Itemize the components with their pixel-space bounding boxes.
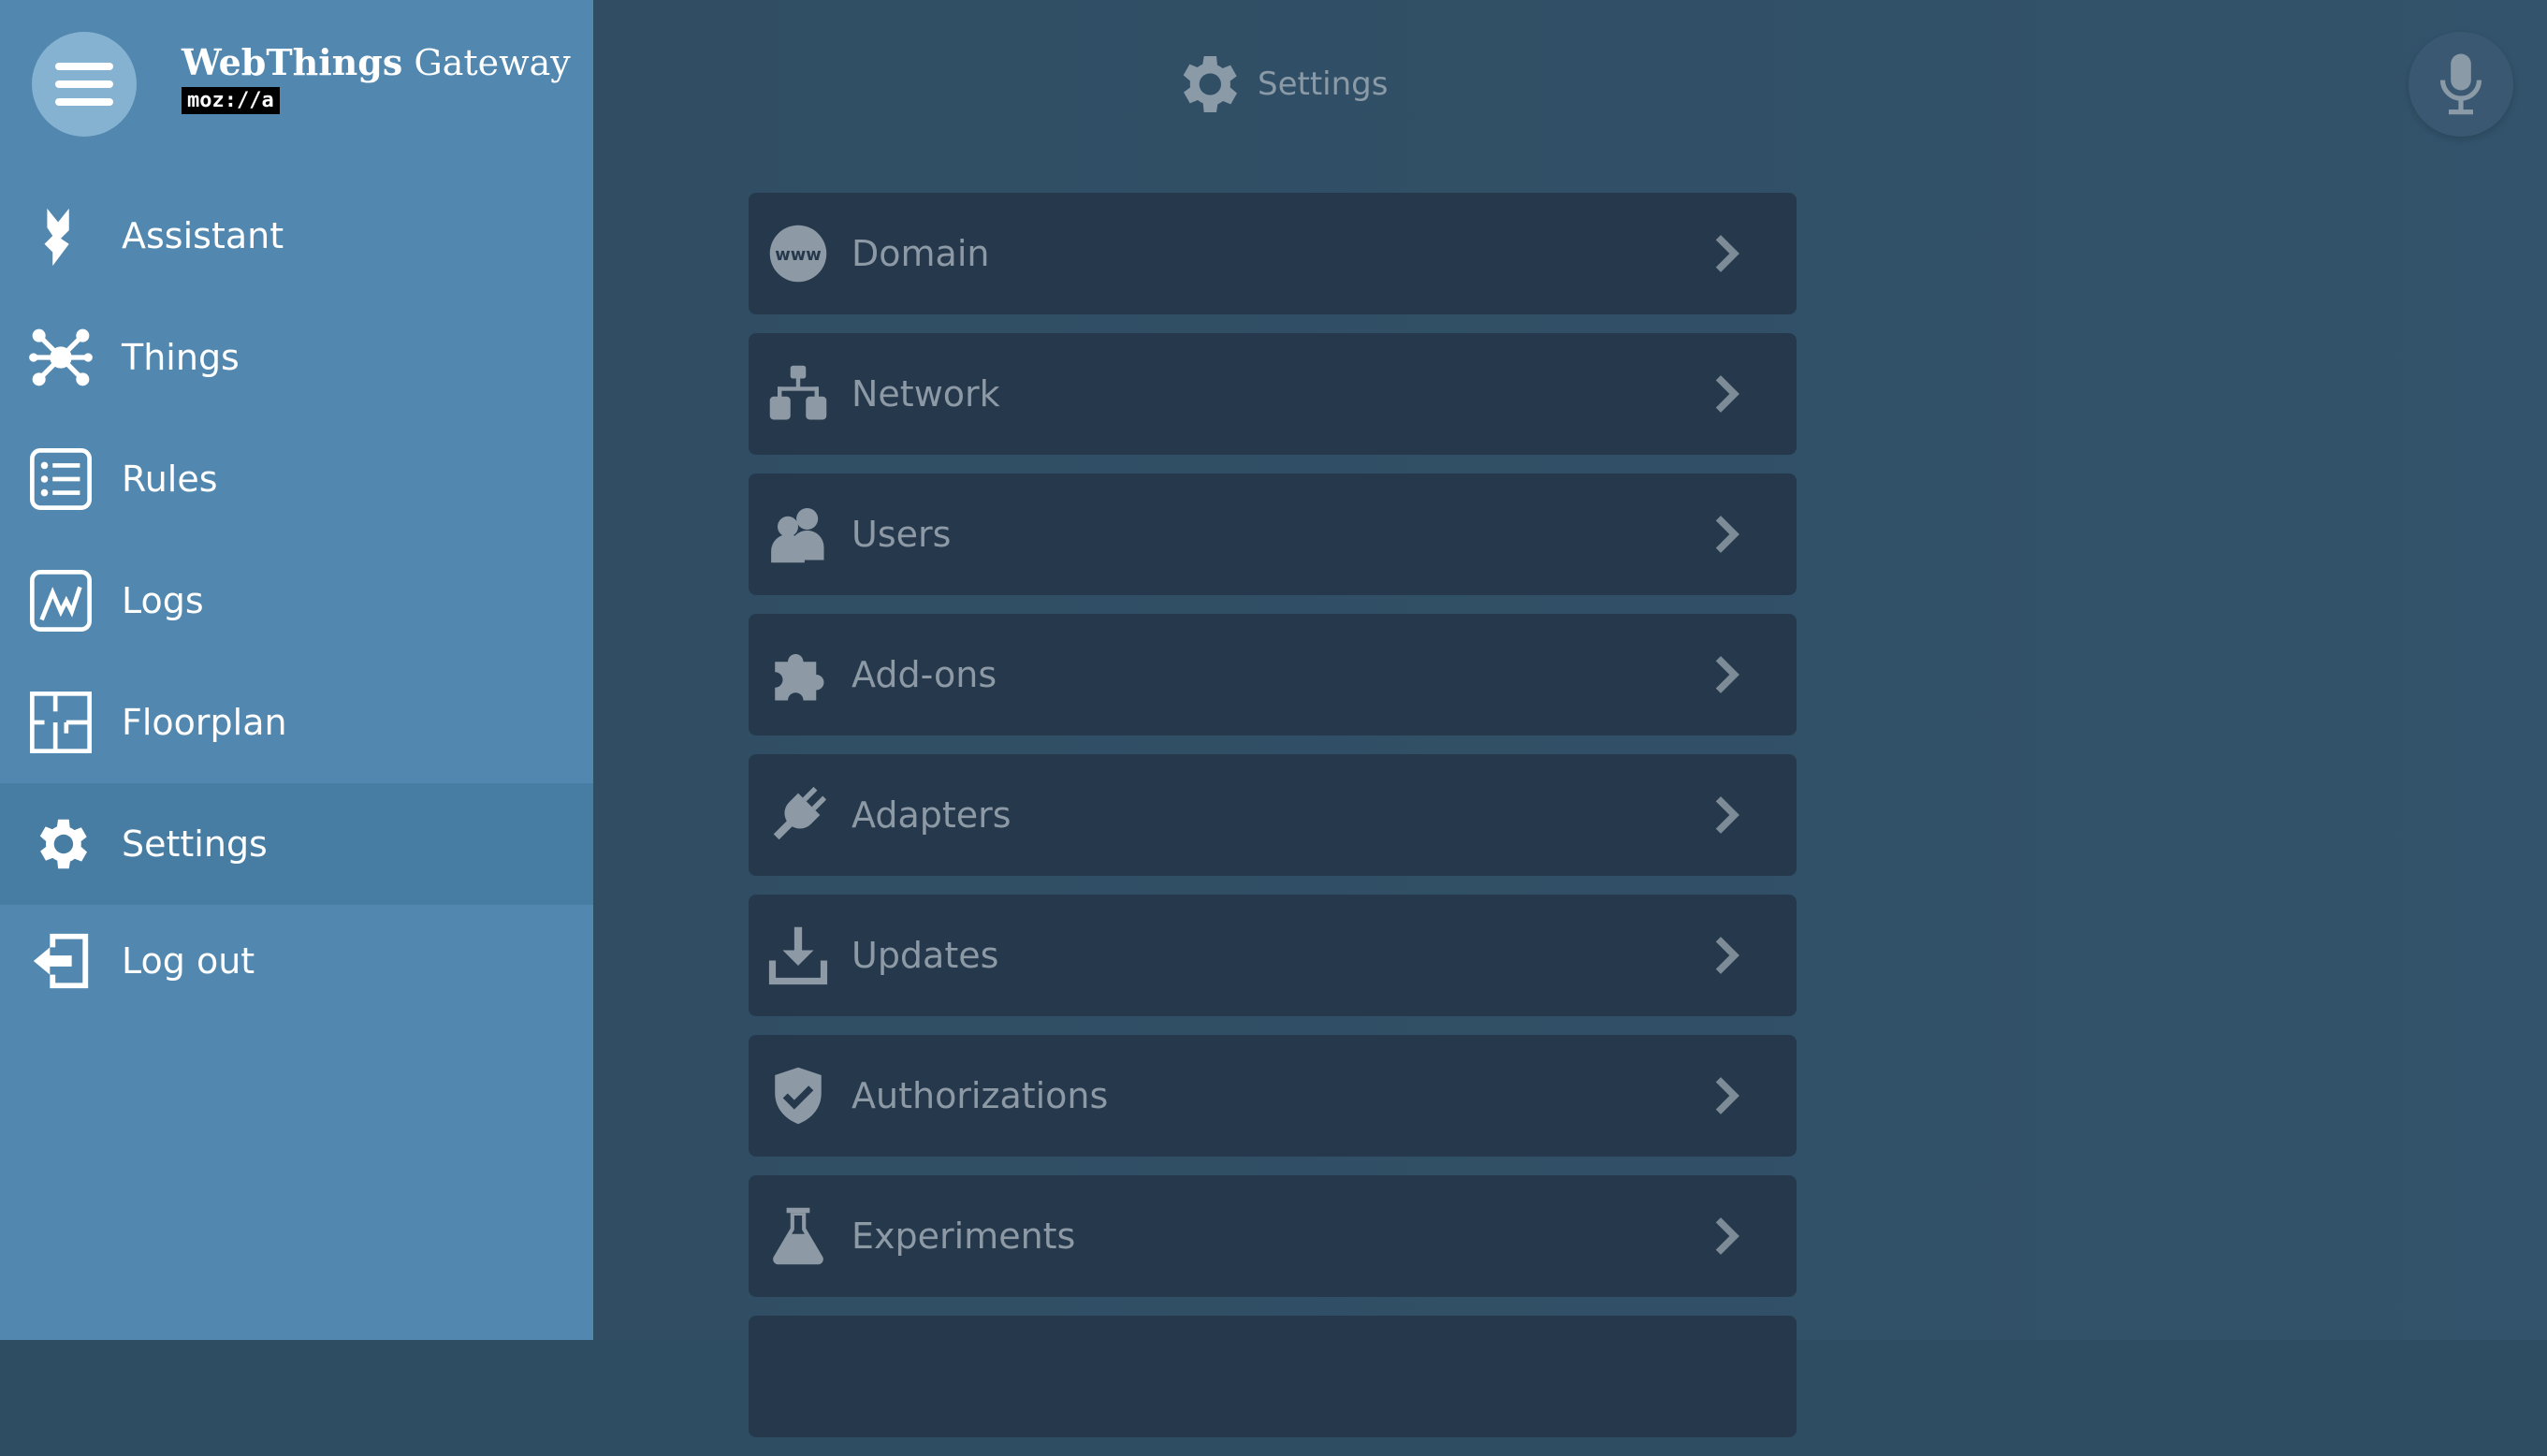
logout-icon	[28, 928, 94, 994]
assistant-icon	[28, 203, 94, 269]
sidebar-item-assistant[interactable]: Assistant	[0, 175, 593, 297]
floorplan-icon	[28, 690, 94, 755]
chevron-right-icon	[1715, 1077, 1739, 1114]
brand-name-light: Gateway	[402, 42, 571, 83]
brand: WebThings Gateway moz://a	[182, 41, 571, 114]
download-icon	[767, 925, 829, 986]
www-icon: www	[767, 223, 829, 284]
sidebar-item-logs[interactable]: Logs	[0, 540, 593, 662]
chevron-right-icon	[1715, 656, 1739, 693]
things-icon	[28, 325, 94, 390]
gear-icon	[1183, 56, 1237, 112]
logs-icon	[28, 568, 94, 633]
voice-button[interactable]	[2409, 32, 2513, 137]
hamburger-icon	[55, 63, 113, 106]
sidebar-item-label: Logs	[122, 580, 204, 621]
chevron-right-icon	[1715, 937, 1739, 974]
settings-item-domain[interactable]: www Domain	[749, 193, 1797, 314]
settings-item-experiments[interactable]: Experiments	[749, 1175, 1797, 1297]
svg-text:www: www	[775, 245, 822, 265]
network-icon	[767, 363, 829, 425]
settings-item-label: Users	[851, 514, 952, 555]
sidebar-item-rules[interactable]: Rules	[0, 418, 593, 540]
settings-item-partial[interactable]	[749, 1316, 1797, 1437]
sidebar-item-settings[interactable]: Settings	[0, 783, 593, 905]
settings-item-addons[interactable]: Add-ons	[749, 614, 1797, 735]
chevron-right-icon	[1715, 516, 1739, 553]
settings-item-updates[interactable]: Updates	[749, 895, 1797, 1016]
chevron-right-icon	[1715, 796, 1739, 834]
sidebar-item-label: Log out	[122, 940, 255, 982]
settings-item-label: Network	[851, 373, 1000, 415]
page-title-label: Settings	[1258, 66, 1389, 103]
mozilla-logo: moz://a	[182, 87, 280, 114]
settings-item-adapters[interactable]: Adapters	[749, 754, 1797, 876]
sidebar-item-logout[interactable]: Log out	[0, 900, 593, 1022]
settings-item-label: Add-ons	[851, 654, 997, 695]
settings-item-label: Experiments	[851, 1216, 1076, 1257]
chevron-right-icon	[1715, 375, 1739, 413]
gear-icon	[28, 811, 94, 877]
sidebar: WebThings Gateway moz://a Assistant Thin…	[0, 0, 593, 1340]
flask-icon	[767, 1205, 829, 1267]
plug-icon	[767, 784, 829, 846]
brand-name-bold: WebThings	[182, 41, 403, 83]
sidebar-item-label: Settings	[122, 823, 268, 865]
rules-icon	[28, 446, 94, 512]
settings-item-users[interactable]: Users	[749, 473, 1797, 595]
puzzle-icon	[767, 644, 829, 706]
settings-item-label: Updates	[851, 935, 999, 976]
sidebar-item-label: Rules	[122, 459, 218, 500]
users-icon	[767, 503, 829, 565]
shield-icon	[767, 1065, 829, 1127]
sidebar-item-label: Things	[122, 337, 240, 378]
sidebar-item-floorplan[interactable]: Floorplan	[0, 662, 593, 783]
menu-button[interactable]	[32, 32, 137, 137]
settings-item-label: Authorizations	[851, 1075, 1109, 1116]
chevron-right-icon	[1715, 1217, 1739, 1255]
microphone-icon	[2439, 53, 2482, 115]
sidebar-item-label: Floorplan	[122, 702, 287, 743]
settings-item-authorizations[interactable]: Authorizations	[749, 1035, 1797, 1157]
sidebar-item-things[interactable]: Things	[0, 297, 593, 418]
page-title: Settings	[1170, 37, 1388, 131]
sidebar-item-label: Assistant	[122, 215, 284, 256]
settings-item-label: Domain	[851, 233, 990, 274]
settings-list: www Domain Network Users Add-ons Adapter…	[749, 193, 1797, 1456]
settings-item-label: Adapters	[851, 794, 1012, 836]
settings-item-network[interactable]: Network	[749, 333, 1797, 455]
chevron-right-icon	[1715, 235, 1739, 272]
